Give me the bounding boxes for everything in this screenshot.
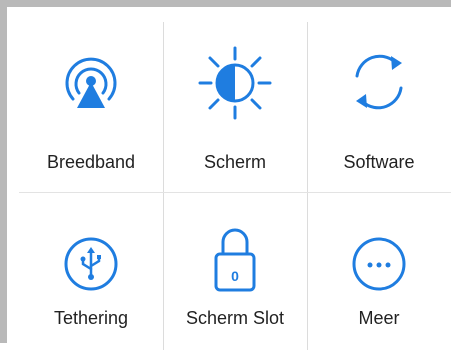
tile-label: Tethering [53,308,129,328]
tile-breedband[interactable]: Breedband [19,22,163,192]
tile-label: Scherm Slot [185,308,285,328]
tile-scherm-slot[interactable]: 0 Scherm Slot [163,192,307,350]
usb-icon [63,236,119,292]
tile-meer[interactable]: Meer [307,192,451,350]
tile-label: Breedband [46,152,136,172]
tile-label: Scherm [203,152,266,172]
tile-label: Meer [358,308,400,328]
more-icon [351,236,407,292]
lock-icon: 0 [213,224,257,294]
settings-panel: Breedband Scherm Software Tethering 0 Sc… [0,0,451,350]
tile-tethering[interactable]: Tethering [19,192,163,350]
settings-grid: Breedband Scherm Software Tethering 0 Sc… [19,22,451,350]
sync-icon [347,50,411,114]
brightness-icon [198,46,272,120]
tile-software[interactable]: Software [307,22,451,192]
tile-scherm[interactable]: Scherm [163,22,307,192]
lock-digit: 0 [231,268,239,284]
broadband-icon [61,52,121,114]
tile-label: Software [343,152,415,172]
